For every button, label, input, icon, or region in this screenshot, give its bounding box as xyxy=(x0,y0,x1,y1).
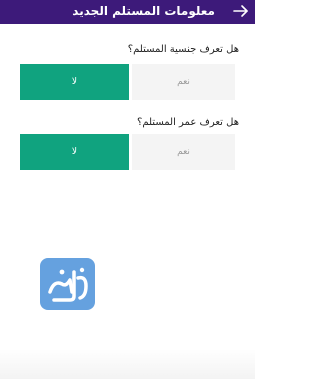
question-nationality-label: هل تعرف جنسية المستلم؟ xyxy=(127,44,239,55)
question-age-label: هل تعرف عمر المستلم؟ xyxy=(137,117,239,128)
screen-frame: معلومات المستلم الجديد هل تعرف جنسية الم… xyxy=(0,0,255,379)
arrow-right-icon[interactable] xyxy=(231,2,251,20)
page-title: معلومات المستلم الجديد xyxy=(72,4,215,18)
bottom-fade xyxy=(0,349,255,379)
age-no-button[interactable]: لا xyxy=(20,134,129,170)
app-header: معلومات المستلم الجديد xyxy=(0,0,255,24)
nationality-no-button[interactable]: لا xyxy=(20,64,129,100)
age-yes-button[interactable]: نعم xyxy=(132,134,235,170)
site-logo-watermark xyxy=(40,258,95,310)
form-content: هل تعرف جنسية المستلم؟ لا نعم هل تعرف عم… xyxy=(0,24,255,379)
nationality-yes-button[interactable]: نعم xyxy=(132,64,235,100)
